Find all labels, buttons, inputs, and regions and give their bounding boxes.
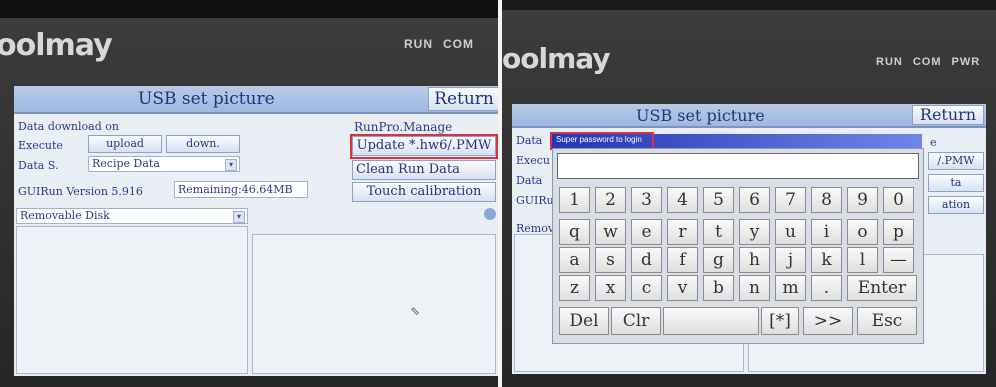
bg-label: Data (516, 174, 543, 187)
page-title: USB set picture (636, 106, 765, 125)
key-y[interactable]: y (739, 219, 770, 245)
chevron-down-icon[interactable]: ▾ (233, 211, 245, 223)
key-m[interactable]: m (775, 275, 806, 301)
right-photo: oolmay RUN COM PWR USB set picture Return … (502, 0, 996, 387)
bg-touch-button: ation (928, 196, 984, 214)
key-k[interactable]: k (811, 247, 842, 273)
key-8[interactable]: 8 (811, 187, 842, 213)
data-s-value: Recipe Data (92, 157, 160, 170)
key-q[interactable]: q (559, 219, 590, 245)
brand-logo: oolmay (0, 28, 113, 63)
key-esc[interactable]: Esc (857, 307, 917, 335)
key-t[interactable]: t (703, 219, 734, 245)
data-s-label: Data S. (18, 159, 59, 172)
password-input[interactable] (557, 153, 919, 179)
usb-file-panel[interactable] (16, 226, 248, 374)
bg-right-text: e (930, 136, 937, 149)
bg-label: GUIRu (516, 194, 554, 207)
status-leds: RUN COM (404, 37, 484, 51)
key-w[interactable]: w (595, 219, 626, 245)
com-led-label: COM (912, 56, 942, 68)
key-0[interactable]: 0 (883, 187, 914, 213)
bg-update-button: /.PMW (928, 152, 984, 170)
title-bar: USB set picture (14, 86, 498, 114)
key-d[interactable]: d (631, 247, 662, 273)
chevron-down-icon[interactable]: ▾ (225, 159, 237, 171)
com-led-label: COM (443, 37, 474, 51)
clean-run-data-button[interactable]: Clean Run Data (352, 160, 496, 180)
key-1[interactable]: 1 (559, 187, 590, 213)
key-o[interactable]: o (847, 219, 878, 245)
scroll-indicator-icon[interactable] (484, 208, 496, 220)
return-button[interactable]: Return (428, 87, 498, 111)
remaining-text: Remaining:46.64MB (174, 181, 308, 198)
key-4[interactable]: 4 (667, 187, 698, 213)
run-led-label: RUN (876, 56, 903, 68)
key-star[interactable]: [*] (761, 307, 799, 335)
key-v[interactable]: v (667, 275, 698, 301)
update-highlight (350, 134, 498, 159)
key-.[interactable]: . (811, 275, 842, 301)
brand-logo: oolmay (502, 42, 611, 75)
execute-label: Execute (18, 139, 63, 152)
hmi-file-panel[interactable] (252, 234, 496, 374)
left-photo: oolmay RUN COM USB set picture Return Dat… (0, 0, 498, 387)
bg-label: Execu (516, 154, 550, 167)
key-u[interactable]: u (775, 219, 806, 245)
key-dash[interactable]: — (883, 247, 914, 273)
key-h[interactable]: h (739, 247, 770, 273)
key-f[interactable]: f (667, 247, 698, 273)
key-b[interactable]: b (703, 275, 734, 301)
key-9[interactable]: 9 (847, 187, 878, 213)
key-j[interactable]: j (775, 247, 806, 273)
run-led-label: RUN (404, 37, 433, 51)
key-next[interactable]: >> (803, 307, 853, 335)
key-enter[interactable]: Enter (847, 275, 917, 301)
down-button[interactable]: down. (166, 135, 240, 153)
removable-disk-label: Removable Disk (20, 209, 110, 222)
upload-button[interactable]: upload (88, 135, 162, 153)
key-a[interactable]: a (559, 247, 590, 273)
key-space[interactable] (663, 307, 759, 335)
key-5[interactable]: 5 (703, 187, 734, 213)
data-download-label: Data download on (18, 120, 119, 133)
key-s[interactable]: s (595, 247, 626, 273)
key-6[interactable]: 6 (739, 187, 770, 213)
pwr-led-label: PWR (951, 56, 981, 68)
bg-label: Data (516, 134, 543, 147)
cursor-icon: ⇖ (410, 304, 421, 318)
key-p[interactable]: p (883, 219, 914, 245)
hmi-screen: USB set picture Return Data Execu Data G… (512, 104, 986, 374)
key-clr[interactable]: Clr (611, 307, 661, 335)
key-n[interactable]: n (739, 275, 770, 301)
status-leds: RUN COM PWR (876, 56, 990, 68)
version-text: GUIRun Version 5.916 (18, 185, 143, 198)
key-3[interactable]: 3 (631, 187, 662, 213)
key-c[interactable]: c (631, 275, 662, 301)
key-7[interactable]: 7 (775, 187, 806, 213)
removable-disk-select[interactable]: Removable Disk ▾ (16, 208, 248, 224)
return-button[interactable]: Return (912, 105, 984, 125)
key-i[interactable]: i (811, 219, 842, 245)
key-del[interactable]: Del (559, 307, 609, 335)
data-s-select[interactable]: Recipe Data ▾ (88, 156, 240, 172)
keyboard-panel: 1 2 3 4 5 6 7 8 9 0 q w e r t y u i o p a s d f g h j k l — z x c v b n m. En… (552, 148, 924, 344)
runpro-label: RunPro.Manage (354, 120, 453, 134)
key-r[interactable]: r (667, 219, 698, 245)
key-z[interactable]: z (559, 275, 590, 301)
key-g[interactable]: g (703, 247, 734, 273)
key-2[interactable]: 2 (595, 187, 626, 213)
touch-calibration-button[interactable]: Touch calibration (352, 182, 496, 202)
page-title: USB set picture (138, 89, 275, 109)
key-e[interactable]: e (631, 219, 662, 245)
hmi-screen: USB set picture Return Data download on … (14, 86, 498, 376)
bg-clean-button: ta (928, 174, 984, 192)
key-l[interactable]: l (847, 247, 878, 273)
key-x[interactable]: x (595, 275, 626, 301)
